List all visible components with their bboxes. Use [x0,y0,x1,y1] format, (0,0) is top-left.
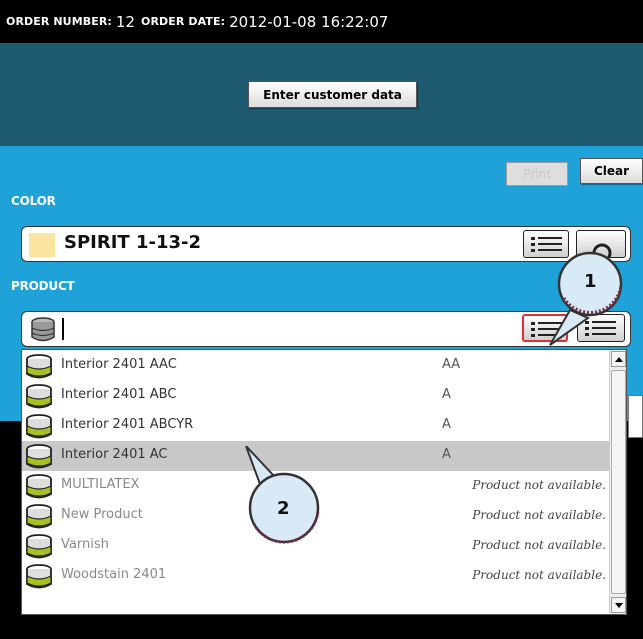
paint-can-icon [24,474,54,504]
paint-can-icon [24,414,54,444]
scrollbar-thumb[interactable] [611,370,626,594]
list-item[interactable]: Interior 2401 ABCYR A [22,411,610,441]
color-value: SPIRIT 1-13-2 [64,232,201,253]
product-name: MULTILATEX [61,477,140,492]
order-number-label: ORDER NUMBER: [6,15,112,28]
color-swatch [29,233,55,257]
order-date-label: ORDER DATE: [141,15,226,28]
callout-1 [549,251,623,346]
product-status: Product not available. [472,568,606,582]
product-section-label: PRODUCT [11,279,75,293]
enter-customer-data-button[interactable]: Enter customer data [248,81,417,108]
scroll-down-arrow-icon[interactable] [611,597,626,613]
callout-1-number: 1 [584,271,597,292]
product-grade: A [442,447,451,462]
product-can-icon [31,317,55,342]
product-grade: A [442,387,451,402]
paint-can-icon [24,384,54,414]
color-section-label: COLOR [11,194,56,208]
text-cursor [62,318,64,340]
product-name: Varnish [61,537,109,552]
list-item[interactable]: Woodstain 2401 Product not available. [22,561,610,591]
product-grade: AA [442,357,461,372]
color-field[interactable]: SPIRIT 1-13-2 [21,226,631,262]
product-name: Interior 2401 ABCYR [61,417,194,432]
paint-can-icon [24,504,54,534]
product-name: Interior 2401 ABC [61,387,177,402]
list-item[interactable]: Interior 2401 ABC A [22,381,610,411]
product-grade: A [442,417,451,432]
order-number-value: 12 [115,12,136,31]
product-name: Woodstain 2401 [61,567,167,582]
paint-can-icon [24,444,54,474]
header-band: Enter customer data [0,43,643,146]
clear-button[interactable]: Clear [580,158,643,184]
product-field[interactable] [21,311,631,347]
order-info-bar: ORDER NUMBER: 12 ORDER DATE: 2012-01-08 … [0,0,643,43]
paint-can-icon [24,354,54,384]
product-status: Product not available. [472,538,606,552]
print-button[interactable]: Print [506,162,568,186]
product-name: Interior 2401 AAC [61,357,177,372]
list-item[interactable]: Interior 2401 AAC AA [22,351,610,381]
side-panel-edge [628,395,643,438]
product-status: Product not available. [472,478,606,492]
paint-can-icon [24,564,54,594]
callout-2-number: 2 [277,498,290,519]
paint-can-icon [24,534,54,564]
product-status: Product not available. [472,508,606,522]
order-date-value: 2012-01-08 16:22:07 [229,12,389,31]
product-name: New Product [61,507,143,522]
product-name: Interior 2401 AC [61,447,168,462]
dropdown-scrollbar[interactable] [609,350,626,614]
